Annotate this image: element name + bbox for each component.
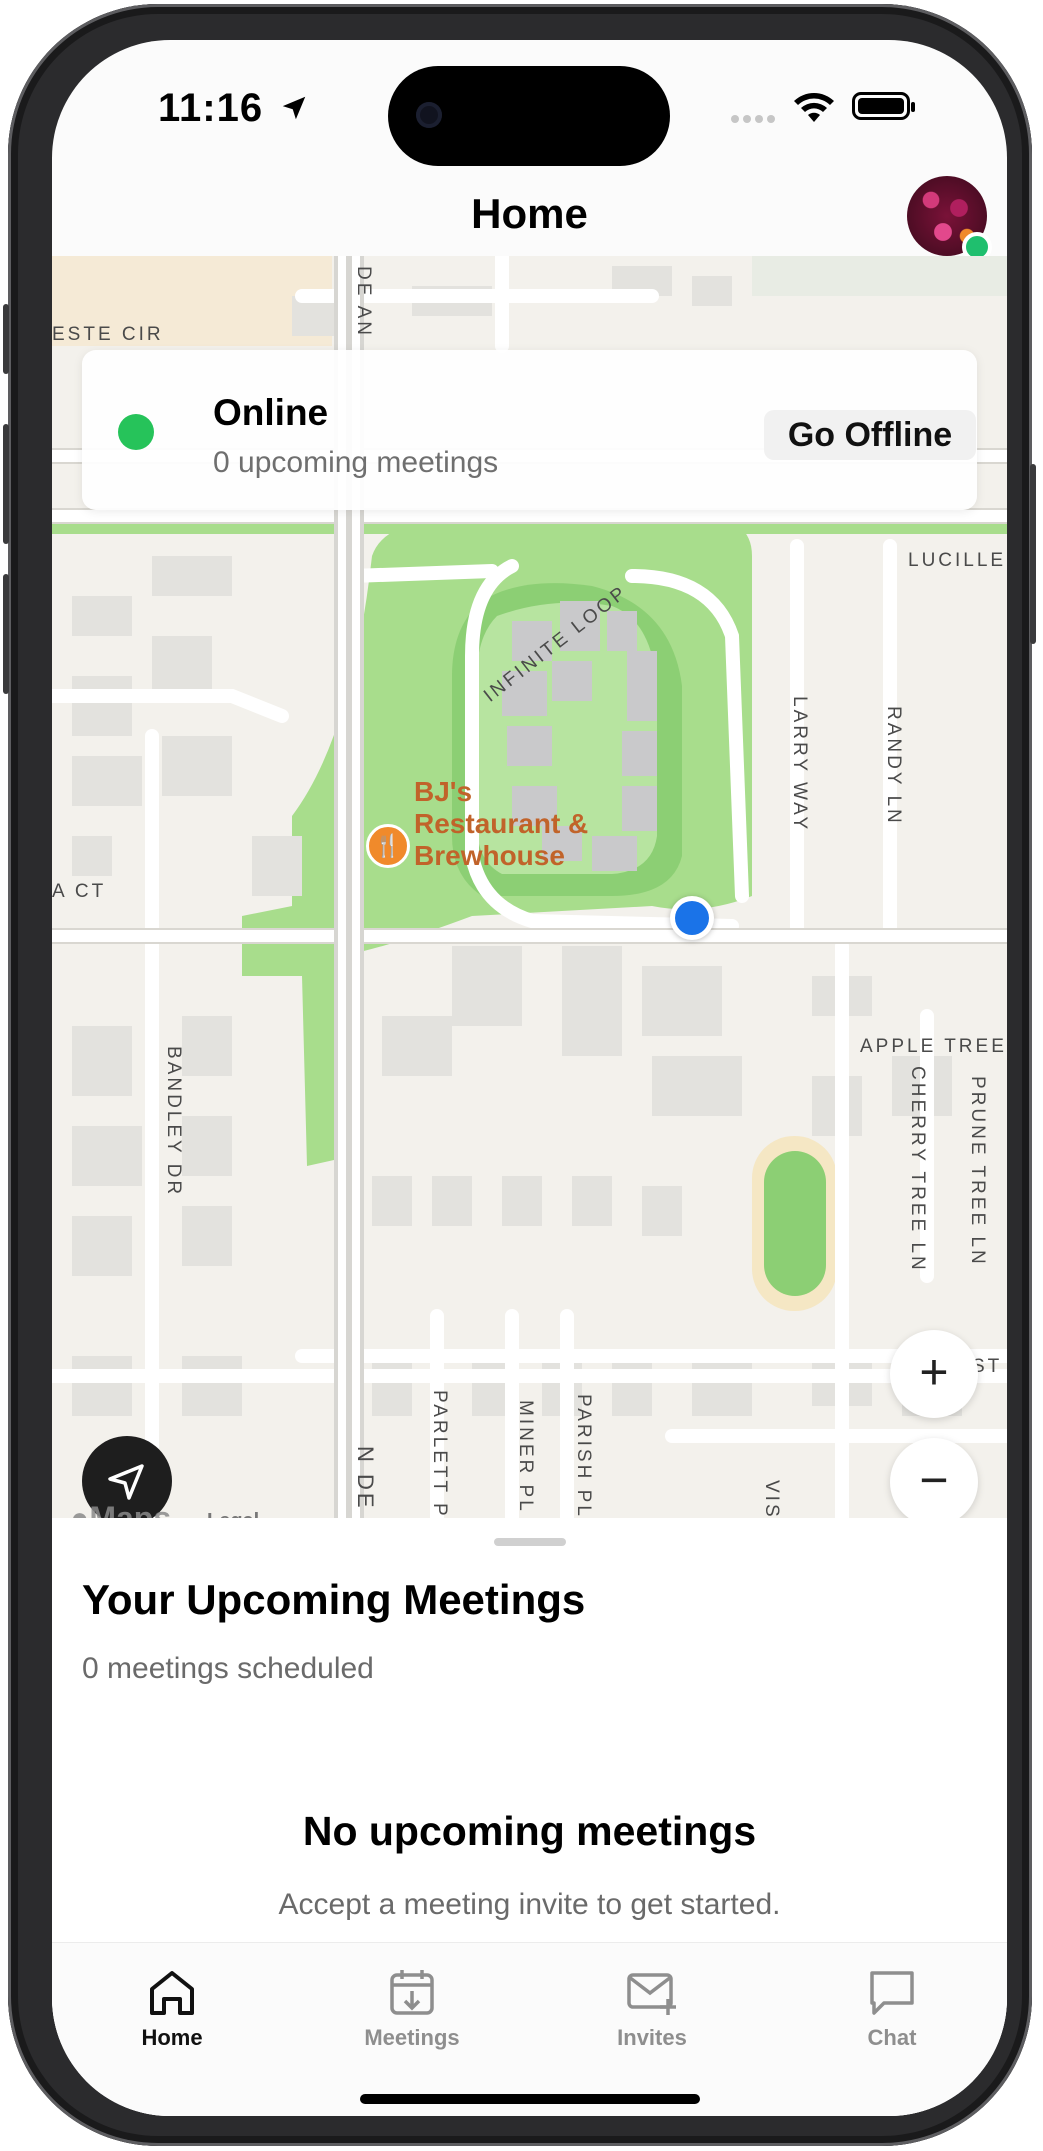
map-label-bandley-dr: BANDLEY DR [163,1046,184,1198]
battery-icon [852,92,915,120]
house-icon [150,1971,194,2015]
tab-chat-label: Chat [867,2025,917,2050]
volume-down-button [3,574,9,694]
volume-up-button [3,424,9,544]
availability-card: Online 0 upcoming meetings Go Offline [82,350,977,510]
legal-link[interactable]: Legal [207,1510,259,1518]
action-button [3,304,9,374]
dynamic-island [388,66,670,166]
map-label-larry-way: LARRY WAY [789,696,810,833]
tab-home-label: Home [141,2025,203,2050]
calendar-icon [390,1970,434,2015]
map-label-este-cir: ESTE CIR [52,324,164,345]
empty-state-subtitle: Accept a meeting invite to get started. [278,1888,781,1921]
map-label-cherry-tree-ln: CHERRY TREE LN [907,1066,928,1273]
map-label-apple-tree: APPLE TREE [860,1036,1007,1057]
map-label-miner-pl: MINER PL [515,1400,536,1514]
availability-status: Online [213,392,329,433]
online-status-dot [118,414,154,450]
sheet-grabber[interactable] [494,1538,566,1546]
user-location-marker [670,896,714,940]
power-button [1030,464,1036,644]
page-title: Home [471,190,588,237]
poi-name-line1: BJ's [414,776,473,807]
poi-name-line2: Restaurant & [414,808,589,839]
chat-bubble-icon [870,1971,914,2015]
tab-chat[interactable]: Chat [812,1965,972,2051]
map-label-a-ct: A CT [52,881,107,902]
apple-logo-icon: ● [70,1500,90,1518]
tab-meetings[interactable]: Meetings [332,1965,492,2051]
phone-frame: 11:16 Home ESTE CIR DE AN LUCILLE INFINI… [3,4,1036,2146]
poi-label[interactable]: BJ's Restaurant & Brewhouse [414,776,588,872]
status-time: 11:16 [158,86,309,131]
meetings-scheduled-count: 0 meetings scheduled [82,1652,374,1685]
map-label-de-an: DE AN [353,266,374,339]
map-label-vis: VIS [761,1480,782,1518]
map-label-parlett-pl: PARLETT PL [429,1390,450,1518]
tab-bar: Home Meetings Invites Chat [52,1942,1007,2116]
map-label-lucille: LUCILLE [908,550,1007,571]
restaurant-fork-knife-icon[interactable]: 🍴 [366,824,410,868]
location-arrow-icon [282,96,306,120]
zoom-out-button[interactable]: − [890,1438,978,1518]
map-label-n-de-an: N DE AN [353,1446,378,1518]
upcoming-meetings-count: 0 upcoming meetings [213,446,499,479]
tab-invites-label: Invites [617,2025,687,2050]
front-camera [416,102,442,128]
screen: 11:16 Home ESTE CIR DE AN LUCILLE INFINI… [52,40,1007,2116]
map-label-prune-tree-ln: PRUNE TREE LN [967,1076,988,1267]
envelope-plus-icon [627,1973,676,2015]
sheet-title: Your Upcoming Meetings [82,1576,586,1623]
apple-maps-logo: ●Maps [70,1500,171,1518]
go-offline-button[interactable]: Go Offline [764,410,976,460]
map-label-randy-ln: RANDY LN [883,706,904,826]
home-indicator[interactable] [360,2094,700,2104]
map-label-parish-pl: PARISH PL [573,1394,594,1518]
wifi-icon [794,93,834,122]
empty-state-title: No upcoming meetings [302,1808,757,1854]
tab-meetings-label: Meetings [364,2025,460,2050]
cellular-signal-icon [731,115,775,123]
poi-name-line3: Brewhouse [414,840,565,871]
zoom-in-button[interactable]: + [890,1330,978,1418]
tab-home[interactable]: Home [92,1965,252,2051]
tab-invites[interactable]: Invites [572,1965,732,2051]
